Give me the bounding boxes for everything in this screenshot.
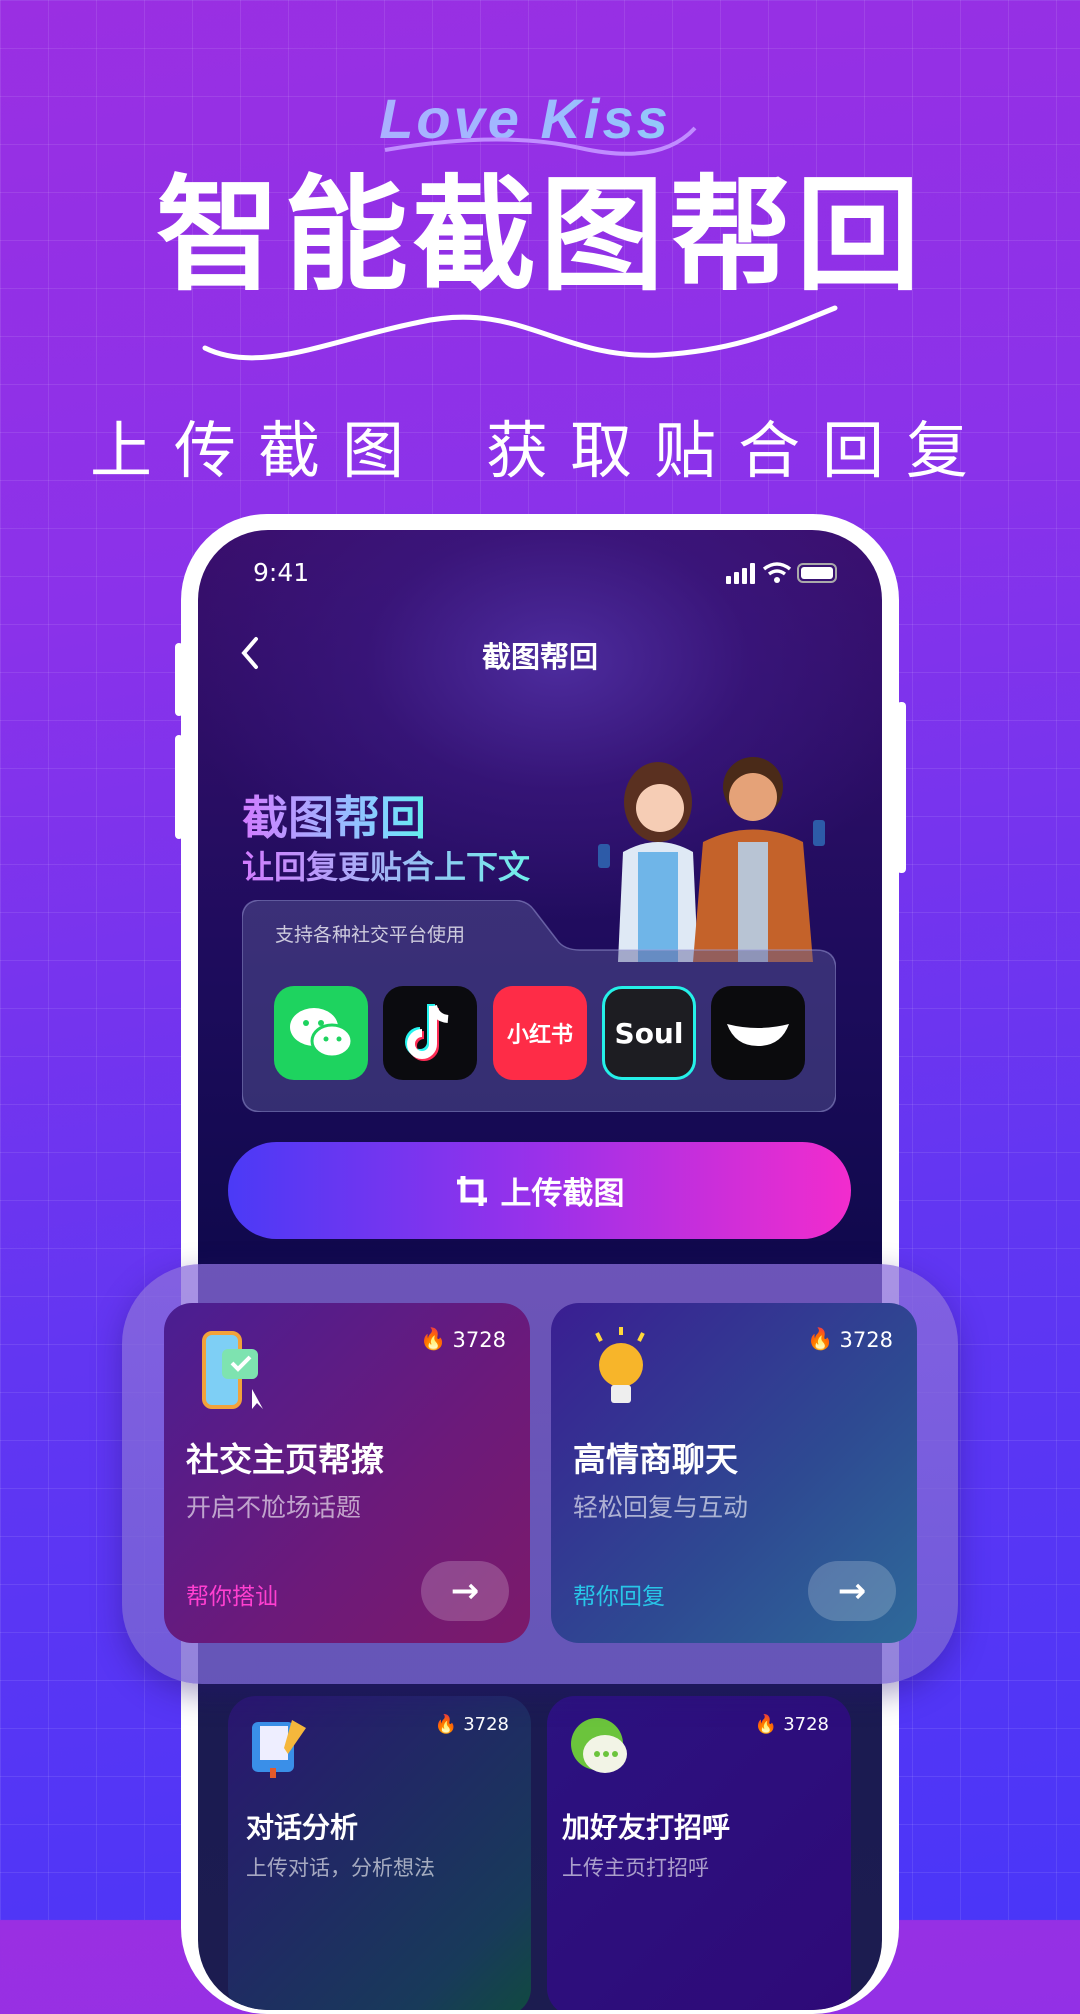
hero-subtitle: 让回复更贴合上下文 xyxy=(242,842,530,888)
feature-card-high-eq-chat[interactable]: 🔥 3728 高情商聊天 轻松回复与互动 帮你回复 → xyxy=(551,1303,917,1643)
card-title: 加好友打招呼 xyxy=(562,1811,731,1844)
xiaohongshu-icon[interactable]: 小红书 xyxy=(493,986,587,1080)
popularity-count: 🔥 3728 xyxy=(420,1327,506,1352)
headline: 智能截图帮回 xyxy=(155,164,924,308)
fire-icon: 🔥 xyxy=(754,1714,778,1735)
momo-icon[interactable] xyxy=(711,986,805,1080)
wifi-icon xyxy=(762,562,792,576)
crop-icon xyxy=(456,1175,487,1206)
card-subtitle: 上传对话，分析想法 xyxy=(246,1856,435,1880)
popularity-count: 🔥 3728 xyxy=(434,1714,509,1735)
lightbulb-icon xyxy=(595,1327,645,1403)
card-subtitle: 开启不尬场话题 xyxy=(186,1493,362,1522)
wechat-icon[interactable] xyxy=(274,986,368,1080)
notebook-icon xyxy=(252,1720,306,1778)
phone-side-button xyxy=(175,643,183,716)
fire-icon: 🔥 xyxy=(807,1327,834,1351)
card-subtitle: 上传主页打招呼 xyxy=(562,1856,709,1880)
logo-swoosh-icon xyxy=(384,126,697,156)
tiktok-icon[interactable] xyxy=(383,986,477,1080)
tagline-right: 获取贴合回复 xyxy=(486,414,991,487)
upload-label: 上传截图 xyxy=(500,1176,625,1212)
card-link[interactable]: 帮你搭讪 xyxy=(186,1577,278,1611)
chat-bubble-icon xyxy=(571,1718,627,1773)
signal-icon xyxy=(726,563,755,584)
nav-title: 截图帮回 xyxy=(481,640,598,674)
fire-icon: 🔥 xyxy=(420,1327,447,1351)
tagline: 上传截图 获取贴合回复 xyxy=(0,400,1080,490)
phone-side-button xyxy=(175,735,183,839)
arrow-right-button[interactable]: → xyxy=(808,1561,896,1621)
feature-card-social-profile[interactable]: 🔥 3728 社交主页帮撩 开启不尬场话题 帮你搭讪 → xyxy=(164,1303,530,1643)
status-time: 9:41 xyxy=(253,558,310,587)
card-subtitle: 轻松回复与互动 xyxy=(573,1493,749,1522)
upload-screenshot-button[interactable]: 上传截图 xyxy=(228,1142,851,1239)
card-title: 高情商聊天 xyxy=(573,1440,738,1479)
platform-panel: 支持各种社交平台使用 小红书 Soul xyxy=(242,900,836,1112)
platform-label: 支持各种社交平台使用 xyxy=(275,924,466,946)
hero-title: 截图帮回 xyxy=(242,782,426,848)
phone-side-button xyxy=(897,702,906,873)
popularity-count: 🔥 3728 xyxy=(754,1714,829,1735)
card-title: 社交主页帮撩 xyxy=(186,1440,384,1479)
card-title: 对话分析 xyxy=(246,1811,359,1844)
soul-icon[interactable]: Soul xyxy=(602,986,696,1080)
popularity-count: 🔥 3728 xyxy=(807,1327,893,1352)
wave-underline-icon xyxy=(202,305,838,361)
arrow-right-button[interactable]: → xyxy=(421,1561,509,1621)
fire-icon: 🔥 xyxy=(434,1714,458,1735)
featured-cards-panel: 🔥 3728 社交主页帮撩 开启不尬场话题 帮你搭讪 → 🔥 3728 高情商聊天 … xyxy=(122,1264,958,1684)
feature-card-conversation-analysis[interactable]: 🔥 3728 对话分析 上传对话，分析想法 xyxy=(228,1696,531,2010)
phone-chat-icon xyxy=(202,1331,263,1409)
status-icons xyxy=(726,562,837,584)
feature-card-add-friend-greeting[interactable]: 🔥 3728 加好友打招呼 上传主页打招呼 xyxy=(547,1696,851,2010)
tagline-left: 上传截图 xyxy=(89,414,426,487)
card-link[interactable]: 帮你回复 xyxy=(573,1577,665,1611)
